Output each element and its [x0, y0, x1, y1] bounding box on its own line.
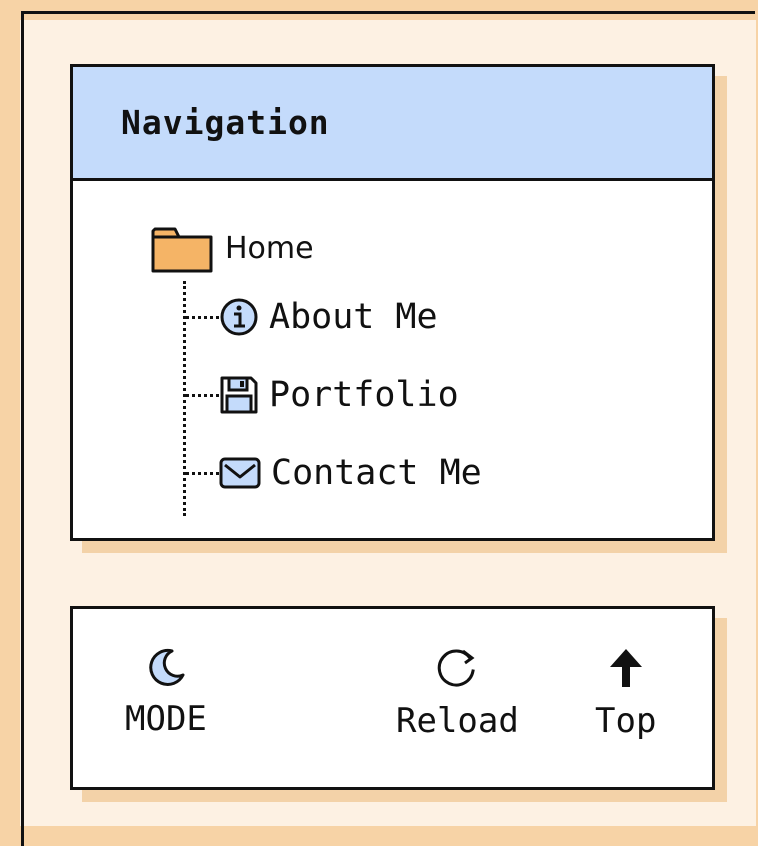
reload-icon: [435, 647, 479, 689]
moon-icon: [146, 647, 186, 687]
info-icon: [219, 297, 259, 337]
navigation-panel: Navigation Home About Me Portfolio Conta…: [70, 64, 715, 541]
tree-item-home[interactable]: Home: [151, 223, 314, 273]
toolbar-panel: MODE Reload Top: [70, 606, 715, 790]
window-frame: Navigation Home About Me Portfolio Conta…: [0, 0, 758, 846]
tree-connector: [186, 393, 219, 397]
tree-item-label: Contact Me: [271, 453, 482, 493]
tree-item-label: Home: [225, 230, 314, 266]
floppy-disk-icon: [219, 375, 259, 415]
tree-item-about-me[interactable]: About Me: [186, 297, 438, 337]
mode-label: MODE: [125, 699, 207, 739]
reload-button[interactable]: Reload: [396, 647, 519, 741]
tree-item-label: About Me: [269, 297, 438, 337]
arrow-up-icon: [606, 647, 646, 689]
tree-connector: [186, 471, 219, 475]
reload-label: Reload: [396, 701, 519, 741]
navigation-title: Navigation: [121, 103, 330, 142]
folder-icon: [151, 223, 213, 273]
navigation-tree: Home About Me Portfolio Contact Me: [73, 181, 712, 541]
tree-connector: [186, 315, 219, 319]
navigation-header: Navigation: [73, 67, 712, 181]
tree-item-portfolio[interactable]: Portfolio: [186, 375, 459, 415]
tree-item-label: Portfolio: [269, 375, 459, 415]
tree-item-contact-me[interactable]: Contact Me: [186, 453, 482, 493]
top-button[interactable]: Top: [595, 647, 656, 741]
top-label: Top: [595, 701, 657, 741]
envelope-icon: [219, 455, 261, 491]
mode-button[interactable]: MODE: [125, 647, 207, 739]
